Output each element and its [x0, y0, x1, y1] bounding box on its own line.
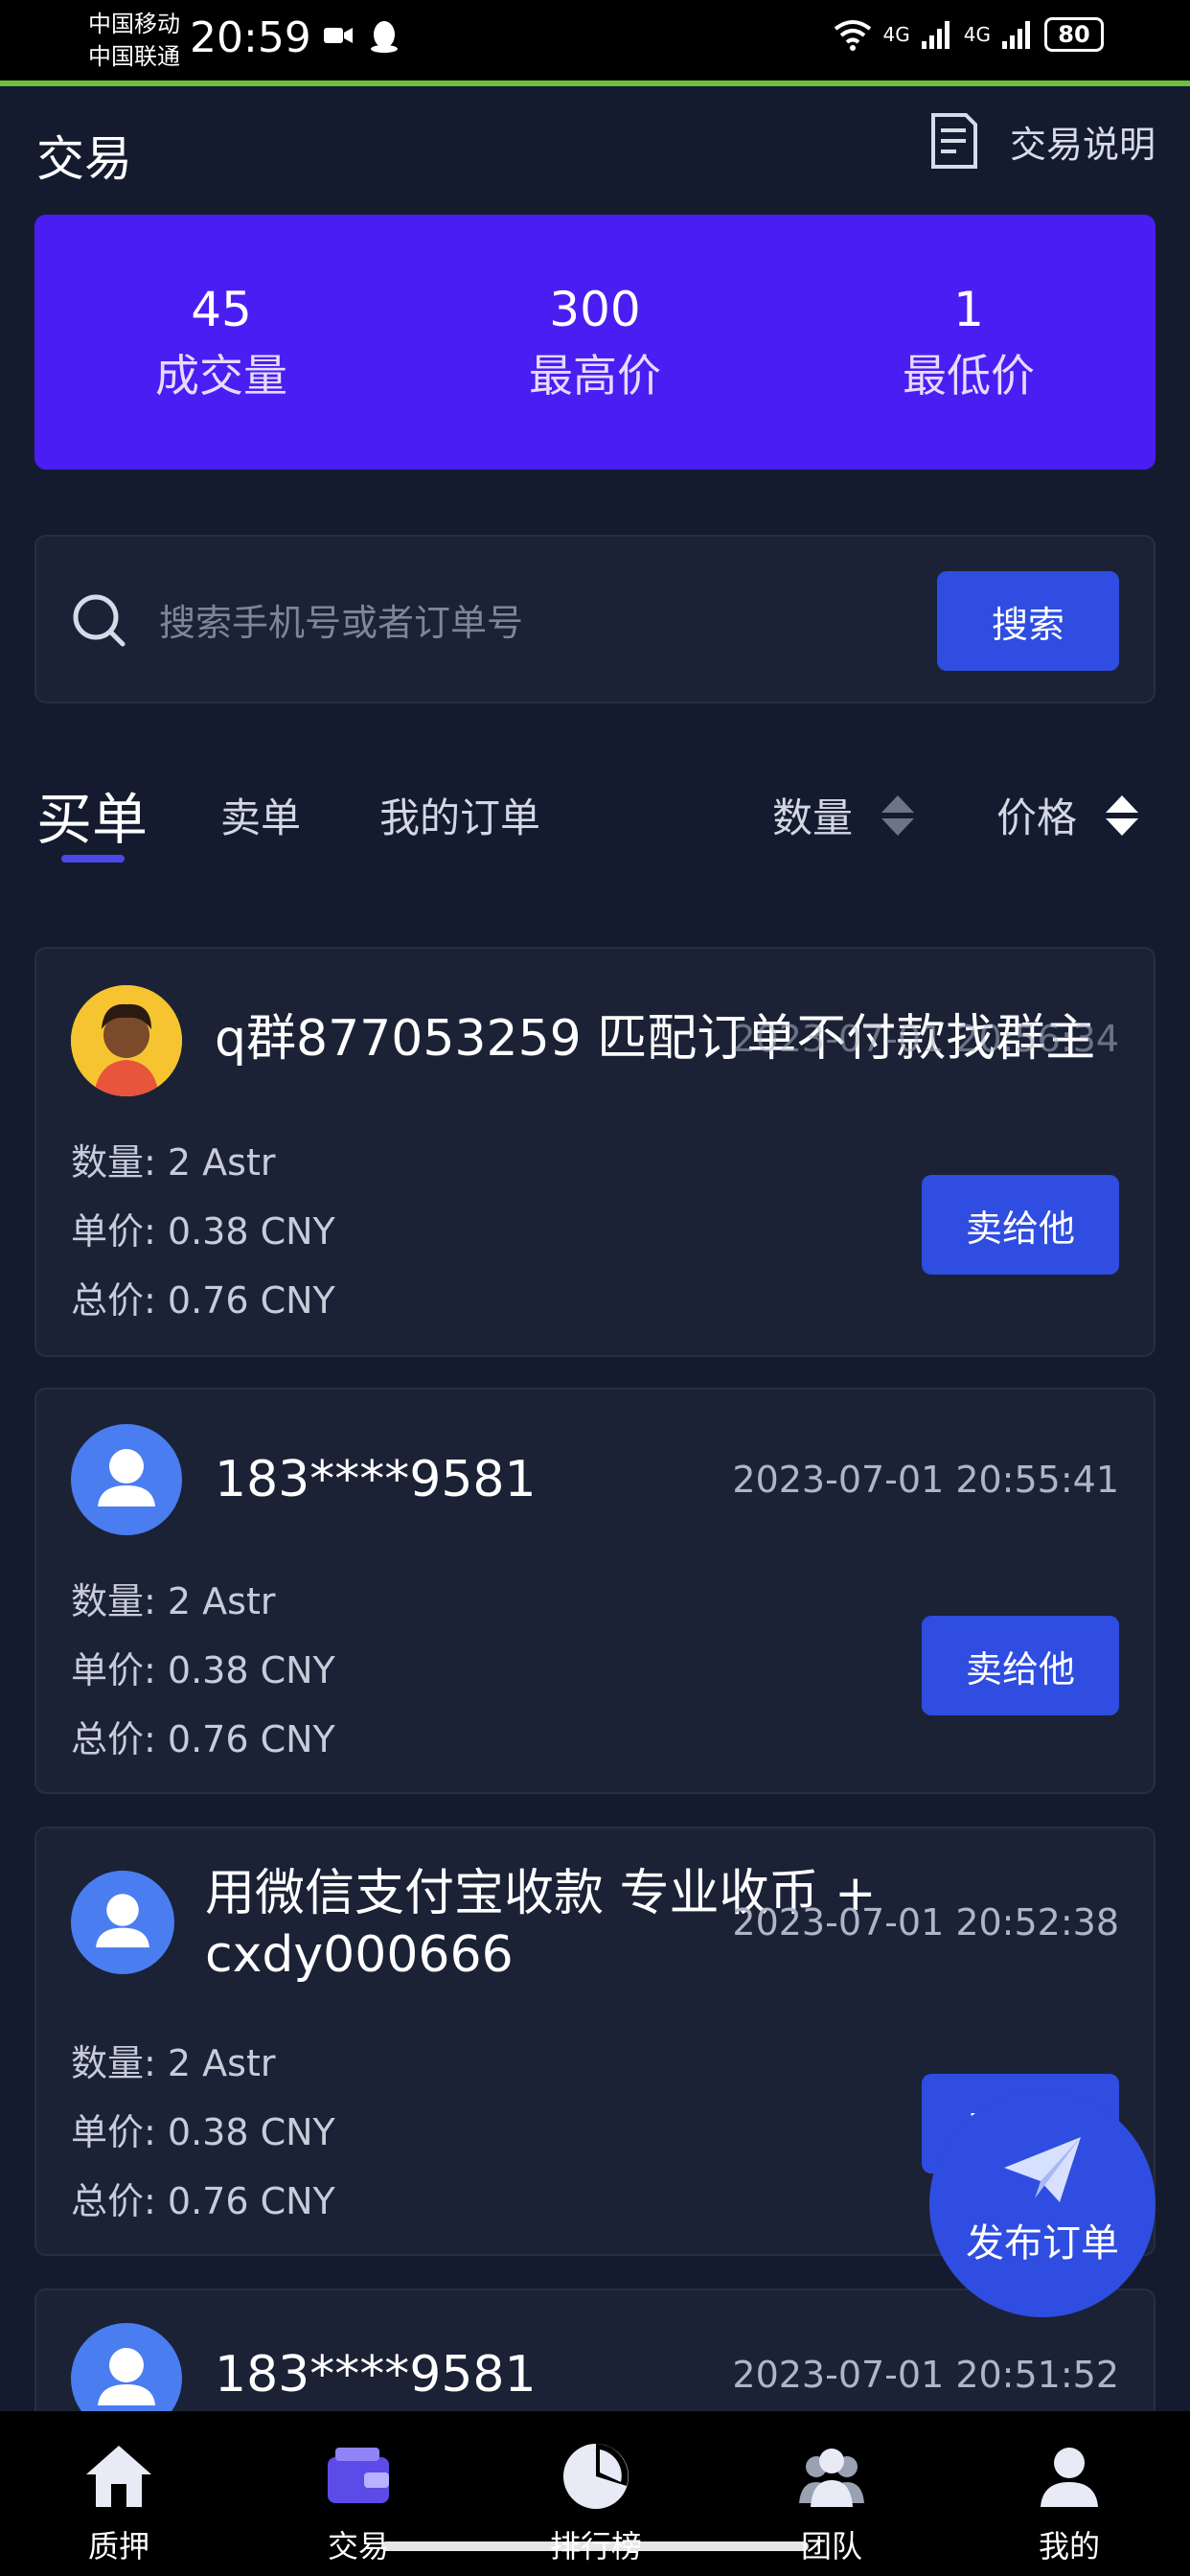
document-icon: [930, 113, 977, 169]
order-unit-price: 单价: 0.38 CNY: [71, 1210, 335, 1253]
order-quantity: 数量: 2 Astr: [71, 1580, 276, 1622]
wifi-icon: [834, 20, 871, 51]
status-time: 20:59: [190, 13, 311, 62]
avatar: [71, 1871, 174, 1974]
carrier-2: 中国联通: [88, 43, 180, 70]
sort-arrows-icon: [1106, 794, 1139, 836]
video-icon: [324, 28, 353, 43]
order-time: 2023-07-01 20:56:34: [732, 1018, 1119, 1060]
avatar: [71, 1424, 182, 1535]
stat-value: 45: [191, 282, 252, 337]
qq-icon: [371, 21, 398, 53]
sort-label: 价格: [996, 794, 1078, 841]
team-icon: [799, 2449, 864, 2507]
search-input[interactable]: [159, 594, 926, 652]
order-user-name: 183****9581: [215, 2346, 537, 2404]
status-bar: 中国移动 中国联通 20:59 4G 4G 80: [0, 0, 1190, 80]
home-indicator[interactable]: [381, 2542, 809, 2551]
nav-label: 质押: [87, 2528, 149, 2564]
active-tab-indicator: [61, 855, 125, 862]
network-2-label: 4G: [963, 23, 991, 46]
signal-icon: [1002, 21, 1030, 49]
order-unit-price: 单价: 0.38 CNY: [71, 1649, 335, 1691]
order-user-name: 183****9581: [215, 1451, 537, 1508]
status-indicators: 4G 4G 80: [832, 17, 1104, 52]
stat-highest-price: 300 最高价: [408, 215, 782, 470]
search-bar: 搜索: [34, 535, 1156, 703]
stat-value: 300: [549, 282, 641, 337]
user-photo-icon: [71, 985, 182, 1096]
sort-by-price[interactable]: 价格: [996, 786, 1139, 844]
order-total-price: 总价: 0.76 CNY: [71, 1279, 335, 1322]
stat-volume: 45 成交量: [34, 215, 408, 470]
sort-arrows-icon: [881, 794, 915, 836]
tab-my-orders[interactable]: 我的订单: [379, 786, 540, 844]
nav-item-leaderboard[interactable]: 排行榜: [519, 2411, 673, 2576]
network-1-label: 4G: [882, 23, 910, 46]
order-quantity: 数量: 2 Astr: [71, 2042, 276, 2084]
avatar: [71, 985, 182, 1096]
wallet-icon: [328, 2448, 389, 2503]
order-card: q群877053259 匹配订单不付款找群主 2023-07-01 20:56:…: [34, 947, 1156, 1357]
stat-label: 最低价: [903, 350, 1035, 402]
search-button[interactable]: 搜索: [937, 571, 1119, 671]
carrier-1: 中国移动: [88, 11, 180, 37]
order-quantity: 数量: 2 Astr: [71, 1141, 276, 1184]
stat-value: 1: [953, 282, 984, 337]
trade-help-label: 交易说明: [1009, 123, 1156, 166]
home-icon: [86, 2446, 151, 2507]
stat-label: 成交量: [155, 350, 287, 402]
search-icon: [73, 594, 126, 647]
tab-buy-orders[interactable]: 买单: [36, 774, 148, 855]
order-time: 2023-07-01 20:55:41: [732, 1459, 1119, 1501]
order-total-price: 总价: 0.76 CNY: [71, 1718, 335, 1760]
order-total-price: 总价: 0.76 CNY: [71, 2180, 335, 2222]
publish-order-button[interactable]: 发布订单: [929, 2091, 1156, 2317]
order-time: 2023-07-01 20:51:52: [732, 2354, 1119, 2396]
sort-by-quantity[interactable]: 数量: [772, 786, 915, 844]
order-unit-price: 单价: 0.38 CNY: [71, 2111, 335, 2153]
market-stats-card: 45 成交量 300 最高价 1 最低价: [34, 215, 1156, 470]
stat-lowest-price: 1 最低价: [782, 215, 1156, 470]
bottom-nav: 质押 交易 排行榜 团队 我的: [0, 2411, 1190, 2576]
user-icon: [96, 1894, 149, 1948]
page-title: 交易: [36, 131, 132, 187]
stat-label: 最高价: [529, 350, 661, 402]
sell-to-him-button[interactable]: 卖给他: [922, 1175, 1119, 1275]
nav-item-profile[interactable]: 我的: [993, 2411, 1146, 2576]
trade-help-link[interactable]: 交易说明: [927, 111, 1156, 171]
publish-order-label: 发布订单: [966, 2221, 1119, 2266]
nav-item-pledge[interactable]: 质押: [42, 2411, 195, 2576]
sort-label: 数量: [772, 794, 854, 841]
nav-item-trade[interactable]: 交易: [282, 2411, 435, 2576]
status-app-icons: [322, 19, 400, 54]
paper-plane-icon: [1004, 2137, 1081, 2202]
status-divider: [0, 80, 1190, 86]
battery-indicator: 80: [1044, 17, 1104, 52]
user-icon: [98, 1449, 155, 1506]
order-time: 2023-07-01 20:52:38: [732, 1901, 1119, 1944]
sell-to-him-button[interactable]: 卖给他: [922, 1616, 1119, 1715]
signal-icon: [921, 21, 950, 49]
nav-item-team[interactable]: 团队: [755, 2411, 908, 2576]
carrier-names: 中国移动 中国联通: [88, 8, 180, 73]
nav-label: 我的: [1038, 2528, 1100, 2564]
profile-icon: [1041, 2448, 1098, 2507]
order-card: 183****9581 2023-07-01 20:55:41 数量: 2 As…: [34, 1388, 1156, 1794]
pie-chart-icon: [563, 2444, 629, 2509]
tab-sell-orders[interactable]: 卖单: [220, 786, 301, 844]
